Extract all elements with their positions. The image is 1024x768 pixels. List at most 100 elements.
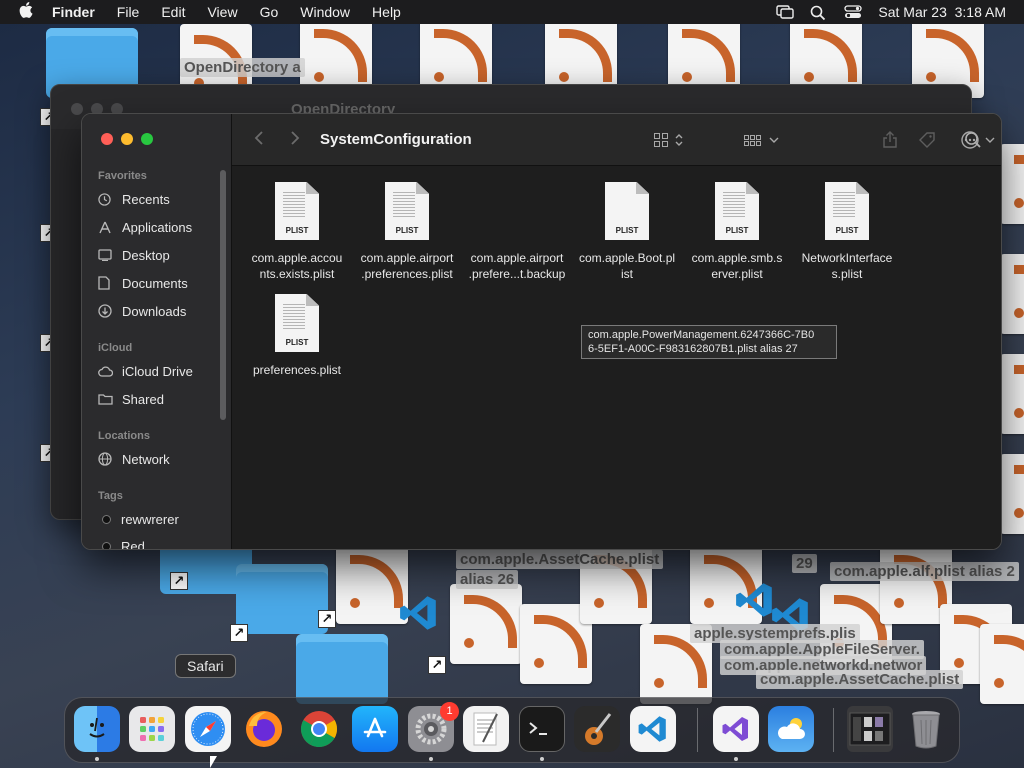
close-window-button[interactable] (101, 133, 113, 145)
sidebar-scrollbar[interactable] (220, 170, 226, 420)
sidebar-item-desktop[interactable]: Desktop (98, 243, 222, 267)
file-name: com.apple.accou nts.exists.plist (251, 251, 343, 281)
tag-button[interactable] (918, 128, 936, 152)
menu-file[interactable]: File (106, 4, 151, 20)
sidebar-item-label: Desktop (122, 247, 170, 263)
running-indicator (540, 757, 544, 761)
desktop-plist-icon[interactable] (1000, 254, 1024, 334)
screen-mirroring-icon[interactable] (776, 5, 795, 19)
file-item[interactable]: com.apple.airport .prefere...t.backup (462, 182, 572, 282)
file-tooltip: com.apple.PowerManagement.6247366C-7B0 6… (581, 325, 837, 359)
forward-chevron-icon[interactable] (290, 130, 300, 151)
dock-trash[interactable] (903, 706, 949, 752)
spotlight-search-icon[interactable] (810, 5, 828, 21)
up-down-chevron-icon (675, 134, 683, 146)
firefox-icon (246, 711, 282, 747)
file-item[interactable]: PLIST com.apple.smb.s erver.plist (682, 182, 792, 282)
file-name: preferences.plist (252, 363, 342, 377)
running-indicator (95, 757, 99, 761)
running-indicator (734, 757, 738, 761)
dock-finder[interactable] (74, 706, 120, 752)
group-grid-icon (744, 134, 761, 146)
dock-weather[interactable] (768, 706, 814, 752)
shared-folder-icon (98, 393, 122, 405)
dock-textedit[interactable] (463, 706, 509, 752)
chrome-icon (300, 711, 338, 748)
dock-terminal[interactable] (519, 706, 565, 752)
weather-cloud-icon (778, 718, 805, 739)
finder-sidebar: Favorites Recents Applications Desktop D… (82, 114, 232, 549)
desktop-icon (98, 249, 122, 261)
menu-help[interactable]: Help (361, 4, 412, 20)
sidebar-item-network[interactable]: Network (98, 447, 222, 471)
desktop-plist-icon[interactable] (980, 624, 1024, 704)
desktop-plist-icon[interactable] (1000, 454, 1024, 534)
dock-chrome[interactable] (296, 706, 342, 752)
sidebar-item-shared[interactable]: Shared (98, 387, 222, 411)
desktop-label: com.apple.alf.plist alias 2 (830, 562, 1019, 581)
dock-garageband[interactable] (574, 706, 620, 752)
sidebar-item-tag-red[interactable]: Red (98, 534, 222, 549)
sidebar-item-label: Applications (122, 219, 193, 235)
tag-color-icon (102, 514, 111, 524)
desktop-plist-icon[interactable] (1000, 144, 1024, 224)
sidebar-item-icloud-drive[interactable]: iCloud Drive (98, 359, 222, 383)
finder-toolbar: SystemConfiguration (232, 114, 1001, 166)
vscode-file-icon[interactable] (398, 592, 440, 634)
file-item[interactable]: PLIST com.apple.airport .preferences.plis… (352, 182, 462, 282)
dock (64, 697, 960, 763)
file-item[interactable]: PLIST com.apple.Boot.pl ist (572, 182, 682, 282)
file-name: com.apple.Boot.pl ist (578, 251, 676, 281)
group-by-button[interactable] (744, 128, 779, 152)
sidebar-item-applications[interactable]: Applications (98, 215, 222, 239)
desktop-plist-icon[interactable] (450, 584, 522, 664)
menu-edit[interactable]: Edit (150, 4, 196, 20)
dock-firefox[interactable] (241, 706, 287, 752)
desktop-folder-icon[interactable] (296, 634, 388, 704)
dock-app-store[interactable] (352, 706, 398, 752)
desktop-label: com.apple.AssetCache.plist (756, 670, 964, 689)
minimize-window-button[interactable] (121, 133, 133, 145)
visual-studio-icon (722, 717, 748, 741)
dock-safari[interactable] (185, 706, 231, 752)
menu-view[interactable]: View (196, 4, 248, 20)
desktop-folder-icon[interactable] (236, 564, 328, 634)
apple-menu-icon[interactable] (0, 1, 52, 23)
sidebar-item-documents[interactable]: Documents (98, 271, 222, 295)
finder-window[interactable]: Favorites Recents Applications Desktop D… (81, 113, 1002, 550)
menubar-clock[interactable]: Sat Mar 23 3:18 AM (878, 4, 1006, 20)
dock-launchpad[interactable] (129, 706, 175, 752)
file-item[interactable]: PLIST NetworkInterface s.plist (792, 182, 902, 282)
menu-bar: Finder File Edit View Go Window Help Sat… (0, 0, 1024, 24)
zoom-window-button[interactable] (141, 133, 153, 145)
tag-color-icon (102, 541, 111, 549)
sidebar-item-label: Documents (122, 275, 188, 291)
sidebar-header-icloud: iCloud (98, 342, 133, 354)
share-button[interactable] (882, 128, 898, 152)
dock-separator (697, 708, 698, 752)
clock-icon (98, 192, 122, 206)
dock-window-preview[interactable] (847, 706, 893, 752)
menu-go[interactable]: Go (249, 4, 290, 20)
desktop-plist-icon[interactable] (1000, 354, 1024, 434)
sidebar-item-recents[interactable]: Recents (98, 187, 222, 211)
search-button[interactable] (964, 128, 982, 152)
back-chevron-icon[interactable] (254, 130, 264, 151)
menu-window[interactable]: Window (289, 4, 361, 20)
share-icon (883, 131, 897, 148)
chevron-down-icon (769, 137, 779, 143)
file-name: com.apple.airport .prefere...t.backup (468, 251, 566, 281)
view-mode-button[interactable] (654, 128, 684, 152)
control-center-icon[interactable] (844, 5, 863, 19)
file-item[interactable]: PLIST preferences.plist (242, 294, 352, 378)
sidebar-item-tag[interactable]: rewwrerer (98, 507, 222, 531)
cloud-icon (98, 365, 122, 377)
dock-vscode[interactable] (630, 706, 676, 752)
folder-title: SystemConfiguration (320, 131, 472, 148)
sidebar-item-downloads[interactable]: Downloads (98, 299, 222, 323)
dock-visual-studio[interactable] (713, 706, 759, 752)
menu-finder[interactable]: Finder (52, 4, 106, 20)
file-item[interactable]: PLIST com.apple.accou nts.exists.plist (242, 182, 352, 282)
vscode-icon (638, 716, 666, 742)
desktop-label: alias 26 (456, 570, 519, 589)
